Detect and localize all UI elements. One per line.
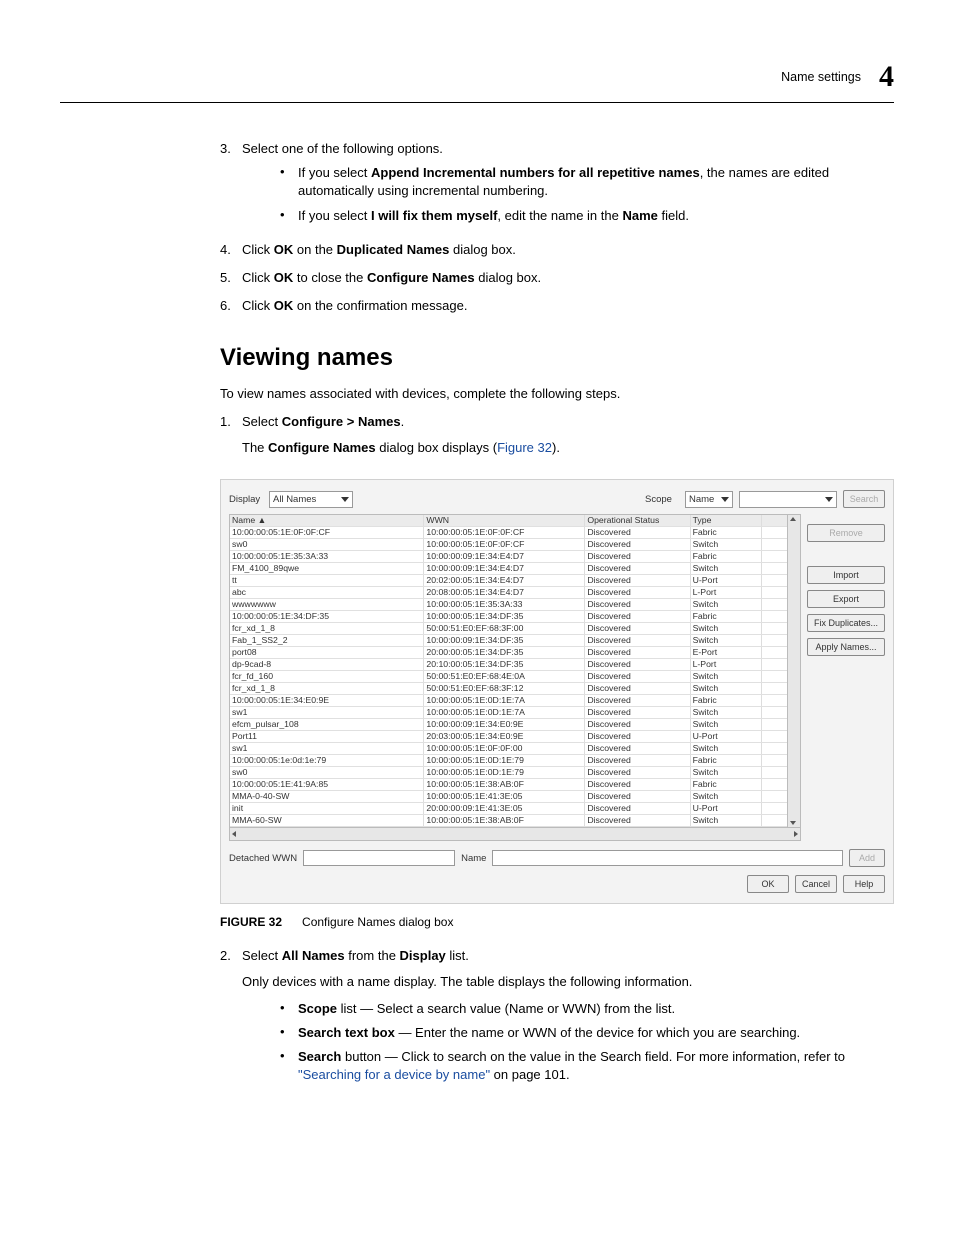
- figure-label: FIGURE 32: [220, 915, 282, 929]
- search-button[interactable]: Search: [843, 490, 885, 508]
- table-row[interactable]: Fab_1_SS2_210:00:00:09:1E:34:DF:35Discov…: [230, 635, 787, 647]
- header-chapter-number: 4: [879, 60, 894, 94]
- ok-button[interactable]: OK: [747, 875, 789, 893]
- name-label: Name: [461, 852, 486, 865]
- figure-caption: FIGURE 32 Configure Names dialog box: [220, 914, 894, 931]
- apply-names-button[interactable]: Apply Names...: [807, 638, 885, 656]
- table-row[interactable]: 10:00:00:05:1E:41:9A:8510:00:00:05:1E:38…: [230, 779, 787, 791]
- table-row[interactable]: sw010:00:00:05:1E:0F:0F:CFDiscoveredSwit…: [230, 539, 787, 551]
- table-row[interactable]: 10:00:00:05:1E:34:DF:3510:00:00:05:1E:34…: [230, 611, 787, 623]
- table-row[interactable]: MMA-60-SW10:00:00:05:1E:38:AB:0FDiscover…: [230, 815, 787, 827]
- header-section-label: Name settings: [781, 70, 861, 84]
- table-row[interactable]: wwwwwww10:00:00:05:1E:35:3A:33Discovered…: [230, 599, 787, 611]
- table-row[interactable]: sw010:00:00:05:1E:0D:1E:79DiscoveredSwit…: [230, 767, 787, 779]
- configure-names-dialog: Display All Names Scope Name Search Name…: [220, 479, 894, 904]
- names-table: Name ▲WWNOperational StatusType10:00:00:…: [229, 514, 788, 828]
- importbutton[interactable]: Import: [807, 566, 885, 584]
- table-row[interactable]: port0820:00:00:05:1E:34:DF:35DiscoveredE…: [230, 647, 787, 659]
- display-dropdown-value: All Names: [273, 493, 316, 506]
- exportbutton[interactable]: Export: [807, 590, 885, 608]
- scope-label: Scope: [645, 493, 679, 506]
- add-button[interactable]: Add: [849, 849, 885, 867]
- table-row[interactable]: 10:00:00:05:1E:0F:0F:CF10:00:00:05:1E:0F…: [230, 527, 787, 539]
- detached-wwn-input[interactable]: [303, 850, 455, 866]
- steps-list-1: 3.Select one of the following options.If…: [220, 140, 894, 315]
- name-input[interactable]: [492, 850, 843, 866]
- table-row[interactable]: fcr_fd_16050:00:51:E0:EF:68:4E:0ADiscove…: [230, 671, 787, 683]
- table-row[interactable]: 10:00:00:05:1E:34:E0:9E10:00:00:05:1E:0D…: [230, 695, 787, 707]
- cancel-button[interactable]: Cancel: [795, 875, 837, 893]
- dialog-topbar: Display All Names Scope Name Search: [229, 488, 885, 514]
- figure-caption-text: Configure Names dialog box: [302, 915, 453, 929]
- section-heading-viewing-names: Viewing names: [220, 341, 894, 375]
- vertical-scrollbar[interactable]: [788, 514, 801, 828]
- help-button[interactable]: Help: [843, 875, 885, 893]
- table-row[interactable]: sw110:00:00:05:1E:0D:1E:7ADiscoveredSwit…: [230, 707, 787, 719]
- table-row[interactable]: efcm_pulsar_10810:00:00:09:1E:34:E0:9EDi…: [230, 719, 787, 731]
- display-dropdown[interactable]: All Names: [269, 491, 353, 508]
- dialog-footer-buttons: OK Cancel Help: [229, 875, 885, 893]
- table-row[interactable]: FM_4100_89qwe10:00:00:09:1E:34:E4:D7Disc…: [230, 563, 787, 575]
- fix-duplicates-button[interactable]: Fix Duplicates...: [807, 614, 885, 632]
- table-row[interactable]: fcr_xd_1_850:00:51:E0:EF:68:3F:00Discove…: [230, 623, 787, 635]
- dropdown-icon: [341, 497, 349, 502]
- header-rule: [60, 102, 894, 103]
- dropdown-icon: [721, 497, 729, 502]
- table-row[interactable]: abc20:08:00:05:1E:34:E4:D7DiscoveredL-Po…: [230, 587, 787, 599]
- table-row[interactable]: dp-9cad-820:10:00:05:1E:34:DF:35Discover…: [230, 659, 787, 671]
- display-label: Display: [229, 493, 263, 506]
- steps-list-2: 1.Select Configure > Names.The Configure…: [220, 413, 894, 465]
- intro-paragraph: To view names associated with devices, c…: [220, 385, 894, 403]
- steps-list-3: 2.Select All Names from the Display list…: [220, 947, 894, 1090]
- dropdown-icon: [825, 497, 833, 502]
- table-row[interactable]: 10:00:00:05:1E:35:3A:3310:00:00:09:1E:34…: [230, 551, 787, 563]
- horizontal-scrollbar[interactable]: [229, 828, 801, 841]
- table-row[interactable]: 10:00:00:05:1e:0d:1e:7910:00:00:05:1E:0D…: [230, 755, 787, 767]
- table-row[interactable]: Port1120:03:00:05:1E:34:E0:9EDiscoveredU…: [230, 731, 787, 743]
- detached-wwn-label: Detached WWN: [229, 852, 297, 865]
- scroll-right-icon: [794, 831, 798, 837]
- table-row[interactable]: tt20:02:00:05:1E:34:E4:D7DiscoveredU-Por…: [230, 575, 787, 587]
- dialog-sidebar: Remove Import Export Fix Duplicates... Apply…: [807, 514, 885, 841]
- removebutton[interactable]: Remove: [807, 524, 885, 542]
- table-row[interactable]: MMA-0-40-SW10:00:00:05:1E:41:3E:05Discov…: [230, 791, 787, 803]
- scroll-left-icon: [232, 831, 236, 837]
- table-row[interactable]: fcr_xd_1_850:00:51:E0:EF:68:3F:12Discove…: [230, 683, 787, 695]
- dialog-detached-row: Detached WWN Name Add: [229, 849, 885, 867]
- search-input[interactable]: [739, 491, 837, 508]
- table-row[interactable]: init20:00:00:09:1E:41:3E:05DiscoveredU-P…: [230, 803, 787, 815]
- scope-dropdown[interactable]: Name: [685, 491, 733, 508]
- table-row[interactable]: sw110:00:00:05:1E:0F:0F:00DiscoveredSwit…: [230, 743, 787, 755]
- scope-dropdown-value: Name: [689, 493, 714, 506]
